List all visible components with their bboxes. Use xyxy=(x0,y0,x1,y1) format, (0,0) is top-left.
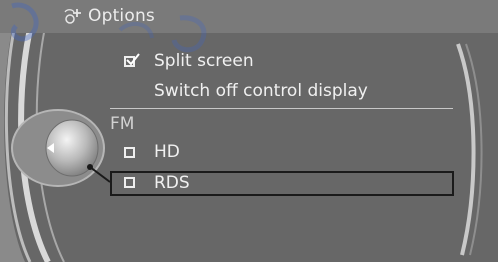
rds-item[interactable]: RDS xyxy=(120,171,454,195)
page-title: Options xyxy=(88,6,155,26)
hd-label: HD xyxy=(154,142,180,162)
hd-item[interactable]: HD xyxy=(120,141,454,165)
rds-label: RDS xyxy=(154,173,190,193)
split-screen-item[interactable]: Split screen xyxy=(120,50,454,74)
settings-star-icon xyxy=(62,6,84,28)
section-label-fm: FM xyxy=(110,114,135,134)
section-divider xyxy=(110,108,453,109)
idrive-screen: Options Split screen Switch off control … xyxy=(0,0,498,262)
rds-checkbox[interactable] xyxy=(124,177,135,188)
switch-off-display-item[interactable]: Switch off control display xyxy=(120,80,454,104)
hd-checkbox[interactable] xyxy=(124,147,135,158)
switch-off-display-label: Switch off control display xyxy=(154,81,368,101)
controller-graphic xyxy=(0,0,483,262)
checkmark-icon xyxy=(126,53,140,66)
title-bar: Options xyxy=(0,0,498,33)
split-screen-label: Split screen xyxy=(154,51,254,71)
